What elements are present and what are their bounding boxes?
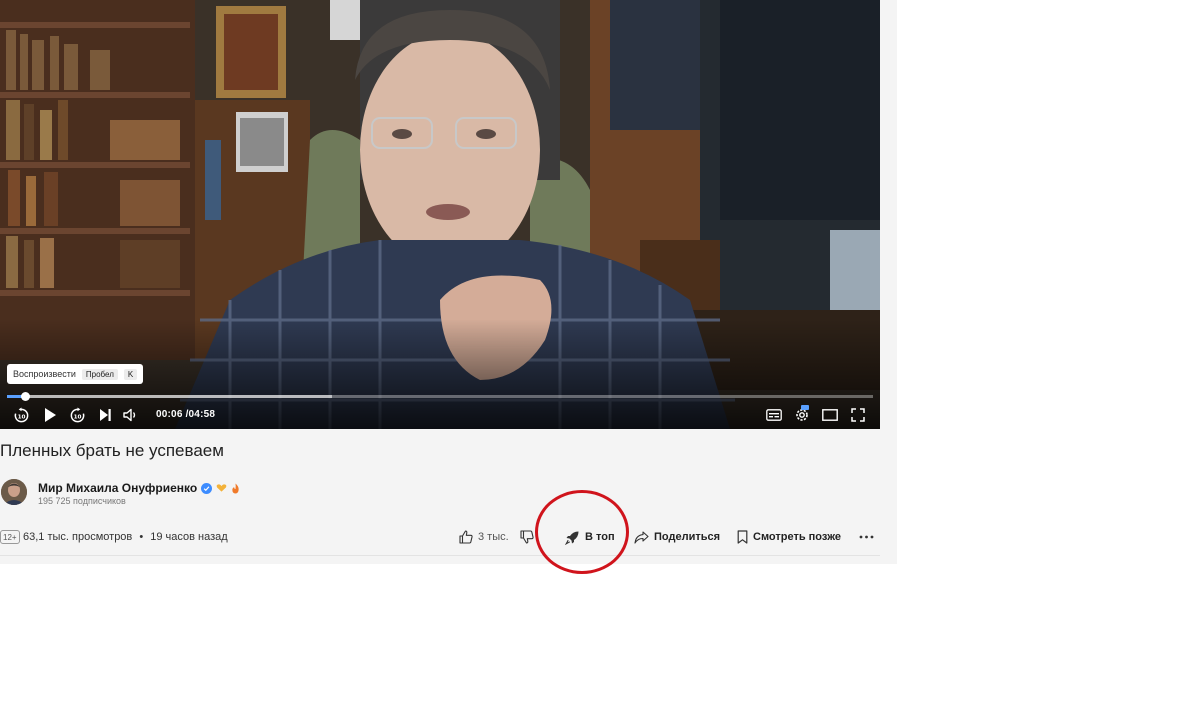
view-count: 63,1 тыс. просмотров bbox=[23, 531, 133, 543]
publish-time: 19 часов назад bbox=[150, 531, 228, 543]
verified-icon bbox=[201, 482, 213, 494]
age-rating-badge: 12+ bbox=[0, 530, 20, 544]
tooltip-label: Воспроизвести bbox=[13, 369, 76, 379]
video-title: Пленных брать не успеваем bbox=[0, 441, 224, 460]
video-stats: 63,1 тыс. просмотров • 19 часов назад bbox=[23, 531, 228, 543]
stats-separator: • bbox=[139, 531, 144, 543]
channel-name-row[interactable]: Мир Михаила Онуфриенко bbox=[38, 481, 240, 495]
theater-icon bbox=[822, 409, 838, 421]
thumbs-up-icon bbox=[459, 530, 473, 544]
subtitles-icon bbox=[766, 409, 782, 421]
duration: 04:58 bbox=[188, 409, 216, 420]
tooltip-key-space: Пробел bbox=[81, 368, 118, 380]
subtitles-button[interactable] bbox=[765, 406, 783, 424]
like-button[interactable]: 3 тыс. bbox=[459, 527, 509, 547]
channel-avatar[interactable] bbox=[1, 479, 27, 505]
info-divider bbox=[0, 555, 880, 556]
dislike-button[interactable] bbox=[520, 527, 534, 547]
fire-icon bbox=[232, 483, 239, 493]
quality-badge-icon bbox=[801, 405, 809, 410]
share-label: Поделиться bbox=[654, 531, 721, 543]
share-arrow-icon bbox=[634, 530, 649, 544]
video-player[interactable]: Воспроизвести Пробел K 10 10 00:06 /04:5… bbox=[0, 0, 880, 429]
thumbs-down-icon bbox=[520, 530, 534, 544]
next-button[interactable] bbox=[96, 406, 114, 424]
bookmark-icon bbox=[737, 530, 748, 544]
subscriber-count: 195 725 подписчиков bbox=[38, 496, 126, 506]
annotation-circle bbox=[535, 490, 629, 574]
more-options-button[interactable] bbox=[859, 527, 874, 547]
heart-hands-icon bbox=[216, 484, 227, 492]
theater-mode-button[interactable] bbox=[821, 406, 839, 424]
like-count: 3 тыс. bbox=[478, 531, 509, 543]
tooltip-key-k: K bbox=[123, 368, 138, 380]
settings-button[interactable] bbox=[793, 405, 811, 424]
rewind-icon: 10 bbox=[14, 406, 28, 422]
svg-text:10: 10 bbox=[73, 414, 81, 420]
forward-icon: 10 bbox=[70, 406, 84, 422]
play-button[interactable] bbox=[41, 406, 59, 424]
fullscreen-icon bbox=[851, 408, 865, 422]
play-tooltip: Воспроизвести Пробел K bbox=[7, 364, 144, 384]
more-dots-icon bbox=[859, 535, 874, 539]
play-icon bbox=[45, 408, 56, 422]
svg-text:10: 10 bbox=[17, 414, 25, 420]
volume-button[interactable] bbox=[122, 406, 140, 424]
channel-name[interactable]: Мир Михаила Онуфриенко bbox=[38, 481, 197, 495]
volume-icon bbox=[123, 408, 136, 422]
avatar-image bbox=[1, 479, 27, 505]
progress-bar[interactable] bbox=[7, 392, 873, 401]
current-time: 00:06 bbox=[156, 409, 183, 420]
share-button[interactable]: Поделиться bbox=[634, 527, 720, 547]
buffered-fill bbox=[7, 395, 332, 398]
skip-next-icon bbox=[100, 409, 111, 421]
time-display: 00:06 /04:58 bbox=[156, 409, 215, 420]
watch-later-label: Смотреть позже bbox=[753, 531, 841, 543]
watch-later-button[interactable]: Смотреть позже bbox=[737, 527, 841, 547]
rewind-10-button[interactable]: 10 bbox=[12, 406, 30, 424]
fullscreen-button[interactable] bbox=[849, 406, 867, 424]
forward-10-button[interactable]: 10 bbox=[68, 406, 86, 424]
